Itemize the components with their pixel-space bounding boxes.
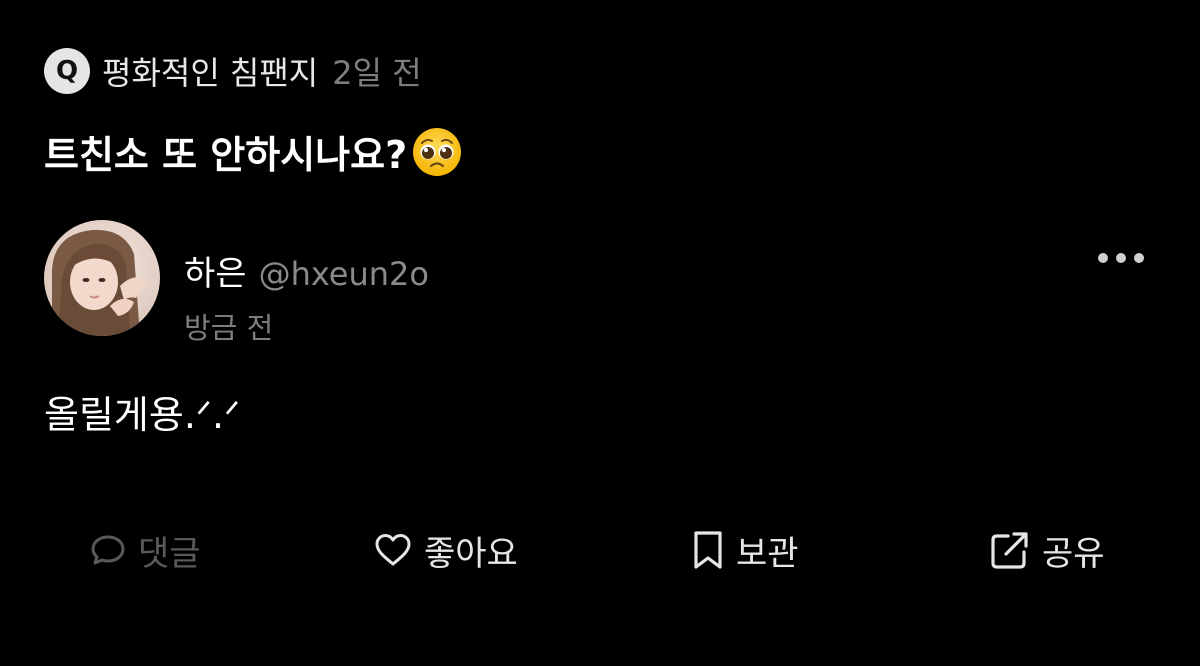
action-bar: 댓글 좋아요 보관 공유 [0, 522, 1200, 578]
like-label: 좋아요 [424, 533, 518, 574]
save-button[interactable]: 보관 [690, 522, 799, 578]
share-label: 공유 [1042, 533, 1105, 574]
save-label: 보관 [736, 533, 799, 574]
share-button[interactable]: 공유 [988, 522, 1105, 578]
dot [1116, 253, 1126, 263]
dot [1134, 253, 1144, 263]
question-text-row: 트친소 또 안하시나요? [44, 124, 463, 179]
question-text: 트친소 또 안하시나요? [44, 133, 408, 177]
question-badge: Q [44, 48, 90, 94]
bookmark-icon [694, 531, 722, 569]
answer-header: 하은 @hxeun2o 방금 전 [44, 220, 429, 347]
question-header: Q 평화적인 침팬지 2일 전 [44, 48, 422, 94]
answer-text: 올릴게용.ᐟ.ᐟ [44, 393, 241, 437]
author-block: 하은 @hxeun2o 방금 전 [184, 220, 429, 347]
speech-bubble-icon [91, 535, 125, 565]
dot [1098, 253, 1108, 263]
heart-icon [375, 534, 411, 566]
comment-label: 댓글 [138, 533, 201, 574]
avatar[interactable] [44, 220, 160, 336]
more-dots-icon[interactable] [1098, 248, 1144, 268]
author-name[interactable]: 하은 [184, 246, 247, 295]
asked-time: 2일 전 [332, 54, 422, 92]
asker-name[interactable]: 평화적인 침팬지 [102, 48, 318, 94]
like-button[interactable]: 좋아요 [372, 522, 518, 578]
author-handle[interactable]: @hxeun2o [259, 255, 429, 293]
comment-button[interactable]: 댓글 [88, 522, 201, 578]
answer-time: 방금 전 [184, 311, 274, 345]
author-line: 하은 @hxeun2o [184, 246, 429, 295]
pleading-face-icon [411, 126, 463, 178]
share-arrow-icon [991, 532, 1028, 569]
